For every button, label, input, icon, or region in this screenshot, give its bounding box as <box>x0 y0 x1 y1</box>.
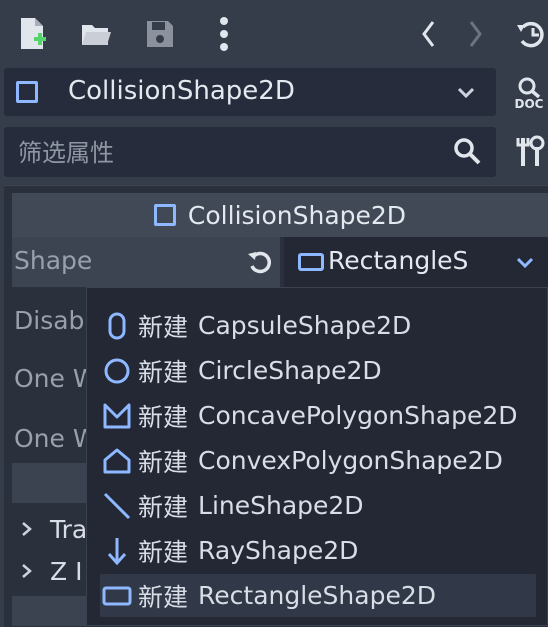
more-vertical-icon[interactable] <box>212 14 236 54</box>
menu-item-concave-polygon-shape[interactable]: 新建 ConcavePolygonShape2D <box>100 394 536 437</box>
chevron-right-icon <box>22 522 32 536</box>
menu-item-capsule-shape[interactable]: 新建 CapsuleShape2D <box>100 304 536 347</box>
menu-item-convex-polygon-shape[interactable]: 新建 ConvexPolygonShape2D <box>100 439 536 482</box>
menu-item-rectangle-shape[interactable]: 新建 RectangleShape2D <box>100 574 536 617</box>
menu-item-capsule-label: CapsuleShape2D <box>198 311 412 340</box>
transform-label: Tra <box>50 514 88 544</box>
rectangle-icon <box>100 579 134 613</box>
convex-polygon-icon <box>100 444 134 478</box>
doc-label: DOC <box>514 97 544 111</box>
capsule-icon <box>100 309 134 343</box>
menu-item-ray-prefix: 新建 <box>138 537 189 567</box>
z-index-label: Z I <box>50 556 83 586</box>
menu-item-ray-shape[interactable]: 新建 RayShape2D <box>100 529 536 572</box>
filter-field[interactable] <box>4 127 496 179</box>
shape-label: Shape <box>14 246 93 275</box>
shape-label-cell: Shape <box>12 237 280 287</box>
inspector-header: CollisionShape2D <box>12 193 548 237</box>
object-name: CollisionShape2D <box>68 76 295 106</box>
shape-value: RectangleS <box>328 246 469 275</box>
chevron-right-icon <box>22 564 32 578</box>
rectangle-shape-value-icon <box>298 253 324 271</box>
new-script-icon[interactable] <box>16 14 50 54</box>
save-icon[interactable] <box>142 16 178 52</box>
line-icon <box>100 489 134 523</box>
shape-value-dropdown[interactable]: RectangleS <box>284 237 548 287</box>
filter-input[interactable] <box>16 127 440 179</box>
tools-icon[interactable] <box>512 132 548 172</box>
object-selector[interactable]: CollisionShape2D <box>4 68 496 116</box>
chevron-down-icon[interactable] <box>456 82 476 106</box>
menu-item-capsule-prefix: 新建 <box>138 312 189 342</box>
concave-polygon-icon <box>100 399 134 433</box>
menu-item-convex-label: ConvexPolygonShape2D <box>198 446 503 475</box>
chevron-right-icon[interactable] <box>462 16 490 52</box>
menu-item-circle-prefix: 新建 <box>138 357 189 387</box>
history-icon[interactable] <box>514 14 548 54</box>
search-icon <box>452 136 482 170</box>
menu-item-rectangle-label: RectangleShape2D <box>198 581 436 610</box>
shape-property-row: Shape RectangleS <box>12 237 548 287</box>
menu-item-line-prefix: 新建 <box>138 492 189 522</box>
menu-item-convex-prefix: 新建 <box>138 447 189 477</box>
chevron-down-icon[interactable] <box>516 253 534 275</box>
disabled-label: Disab <box>14 306 85 335</box>
z-index-section[interactable]: Z I <box>20 554 90 588</box>
menu-item-rectangle-prefix: 新建 <box>138 582 189 612</box>
menu-item-circle-shape[interactable]: 新建 CircleShape2D <box>100 349 536 392</box>
ray-arrow-icon <box>100 534 134 568</box>
transform-section[interactable]: Tra <box>20 512 90 546</box>
menu-item-line-label: LineShape2D <box>198 491 364 520</box>
revert-icon[interactable] <box>246 248 274 280</box>
menu-item-concave-prefix: 新建 <box>138 402 189 432</box>
doc-icon[interactable]: DOC <box>510 72 548 114</box>
menu-item-ray-label: RayShape2D <box>198 536 359 565</box>
inspector-header-title: CollisionShape2D <box>187 200 407 230</box>
menu-item-line-shape[interactable]: 新建 LineShape2D <box>100 484 536 527</box>
open-folder-icon[interactable] <box>78 16 114 52</box>
chevron-left-icon[interactable] <box>414 16 442 52</box>
collision-shape-header-icon <box>153 204 176 226</box>
collision-shape-icon <box>16 81 38 103</box>
menu-item-concave-label: ConcavePolygonShape2D <box>198 401 518 430</box>
circle-icon <box>100 354 134 388</box>
menu-item-circle-label: CircleShape2D <box>198 356 382 385</box>
